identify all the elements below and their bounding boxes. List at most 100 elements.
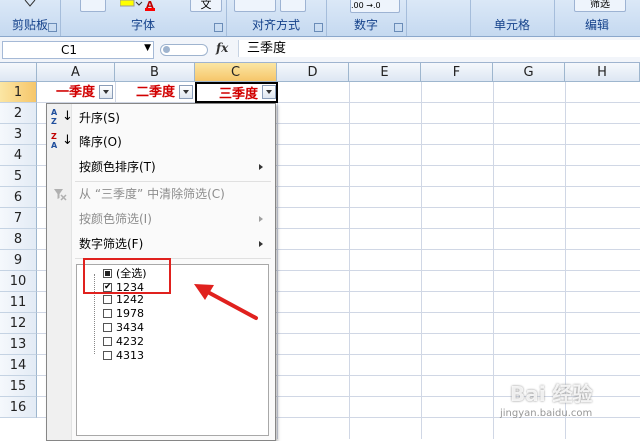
column-header-b[interactable]: B <box>115 63 195 82</box>
decimal-buttons[interactable]: .00 →.0 <box>350 0 400 13</box>
row-header-15[interactable]: 15 <box>0 376 37 397</box>
submenu-arrow-icon <box>259 164 263 170</box>
grid-line <box>277 82 278 439</box>
row-header-7[interactable]: 7 <box>0 208 37 229</box>
row-header-9[interactable]: 9 <box>0 250 37 271</box>
checkbox-unchecked-icon[interactable] <box>103 337 112 346</box>
checklist-item-4232[interactable]: 4232 <box>77 335 267 349</box>
checklist-item-4313[interactable]: 4313 <box>77 349 267 363</box>
column-header-d[interactable]: D <box>277 63 349 82</box>
fill-color-icon[interactable]: A <box>120 0 160 12</box>
name-box[interactable]: C1 ▼ <box>2 41 154 59</box>
menu-sort-ascending[interactable]: 升序(S) <box>79 107 267 129</box>
row-header-5[interactable]: 5 <box>0 166 37 187</box>
cell-a1-text: 一季度 <box>55 85 95 100</box>
row-header-4[interactable]: 4 <box>0 145 37 166</box>
clear-filter-icon <box>54 189 67 201</box>
checklist-label: 4313 <box>116 349 144 362</box>
row-header-10[interactable]: 10 <box>0 271 37 292</box>
column-header-e[interactable]: E <box>349 63 421 82</box>
border-button[interactable] <box>80 0 106 12</box>
ribbon-group-font: A 文 字体 <box>60 0 227 36</box>
column-header-f[interactable]: F <box>421 63 493 82</box>
row-header-3[interactable]: 3 <box>0 124 37 145</box>
submenu-arrow-icon <box>259 216 263 222</box>
row-header-8[interactable]: 8 <box>0 229 37 250</box>
cell-c1[interactable]: 三季度 <box>195 82 278 103</box>
checkbox-unchecked-icon[interactable] <box>103 295 112 304</box>
menu-sort-descending[interactable]: 降序(O) <box>79 131 267 153</box>
row-header-1[interactable]: 1 <box>0 82 37 103</box>
menu-sort-by-color[interactable]: 按颜色排序(T) <box>79 156 267 178</box>
grid-line <box>349 82 350 439</box>
cell-a1[interactable]: 一季度 <box>37 82 115 103</box>
ribbon-label-editing: 编辑 <box>584 18 609 32</box>
menu-number-filters-label: 数字筛选(F) <box>79 237 144 251</box>
formula-bar: C1 ▼ fx 三季度 <box>0 37 640 63</box>
select-all-corner[interactable] <box>0 63 37 82</box>
column-header-c[interactable]: C <box>195 63 277 82</box>
menu-filter-by-color: 按颜色筛选(I) <box>79 208 267 230</box>
row-header-6[interactable]: 6 <box>0 187 37 208</box>
checkbox-unchecked-icon[interactable] <box>103 323 112 332</box>
orientation-button[interactable] <box>280 0 306 12</box>
align-button[interactable] <box>234 0 276 12</box>
menu-icon-gutter <box>47 104 72 440</box>
row-header-12[interactable]: 12 <box>0 313 37 334</box>
cell-b1[interactable]: 二季度 <box>115 82 195 103</box>
grid-line <box>421 82 422 439</box>
ribbon-label-font: 字体 <box>130 18 155 32</box>
row-header-13[interactable]: 13 <box>0 334 37 355</box>
watermark-title: Bai 经验 <box>510 382 593 406</box>
formula-input[interactable]: 三季度 <box>238 40 640 57</box>
ribbon-group-clipboard: 剪贴板 <box>0 0 61 36</box>
ribbon-label-alignment: 对齐方式 <box>251 18 300 32</box>
ribbon: 剪贴板 A 文 字体 对齐方式 .00 →.0 数字 单元格 筛选 编辑 <box>0 0 640 37</box>
menu-separator <box>75 181 271 182</box>
watermark: Bai 经验 jingyan.baidu.com <box>476 372 636 432</box>
checklist-label: 1242 <box>116 293 144 306</box>
ribbon-group-cells: 单元格 <box>470 0 555 36</box>
ribbon-group-styles <box>406 0 471 36</box>
slider-knob-icon[interactable] <box>163 46 170 53</box>
submenu-arrow-icon <box>259 241 263 247</box>
menu-sort-by-color-label: 按颜色排序(T) <box>79 160 156 174</box>
row-header-11[interactable]: 11 <box>0 292 37 313</box>
cell-b1-text: 二季度 <box>135 85 175 100</box>
ribbon-group-number: .00 →.0 数字 <box>326 0 407 36</box>
annotation-arrow-icon <box>194 284 258 320</box>
filter-button[interactable]: 筛选 <box>574 0 626 12</box>
column-header-a[interactable]: A <box>37 63 115 82</box>
checklist-label: 1978 <box>116 307 144 320</box>
menu-number-filters[interactable]: 数字筛选(F) <box>79 233 267 255</box>
ribbon-group-alignment: 对齐方式 <box>226 0 327 36</box>
clipboard-launcher-icon[interactable] <box>48 23 57 32</box>
menu-filter-by-color-label: 按颜色筛选(I) <box>79 212 152 226</box>
checklist-label: 4232 <box>116 335 144 348</box>
column-header-g[interactable]: G <box>493 63 565 82</box>
row-header-14[interactable]: 14 <box>0 355 37 376</box>
filter-dropdown-a-icon[interactable] <box>99 85 113 99</box>
column-header-h[interactable]: H <box>565 63 640 82</box>
ribbon-group-editing: 筛选 编辑 <box>554 0 640 36</box>
formula-bar-resize-handle[interactable] <box>160 44 208 56</box>
filter-dropdown-c-icon[interactable] <box>262 85 276 99</box>
row-header-2[interactable]: 2 <box>0 103 37 124</box>
number-launcher-icon[interactable] <box>394 23 403 32</box>
chevron-down-icon[interactable]: ▼ <box>144 43 151 53</box>
font-launcher-icon[interactable] <box>214 23 223 32</box>
insert-function-icon[interactable]: fx <box>216 41 228 55</box>
menu-clear-filter: 从 “三季度” 中清除筛选(C) <box>79 187 225 201</box>
annotation-highlight-box <box>83 258 171 294</box>
paste-icon[interactable] <box>22 0 38 10</box>
alignment-launcher-icon[interactable] <box>314 23 323 32</box>
phonetic-button[interactable]: 文 <box>190 0 222 12</box>
name-box-value: C1 <box>61 43 78 57</box>
filter-dropdown-b-icon[interactable] <box>179 85 193 99</box>
checkbox-unchecked-icon[interactable] <box>103 351 112 360</box>
checkbox-unchecked-icon[interactable] <box>103 309 112 318</box>
row-header-16[interactable]: 16 <box>0 397 37 418</box>
sort-ascending-icon: AZ ↓ <box>51 108 73 126</box>
watermark-url: jingyan.baidu.com <box>500 408 593 419</box>
ribbon-label-cells: 单元格 <box>493 18 530 32</box>
